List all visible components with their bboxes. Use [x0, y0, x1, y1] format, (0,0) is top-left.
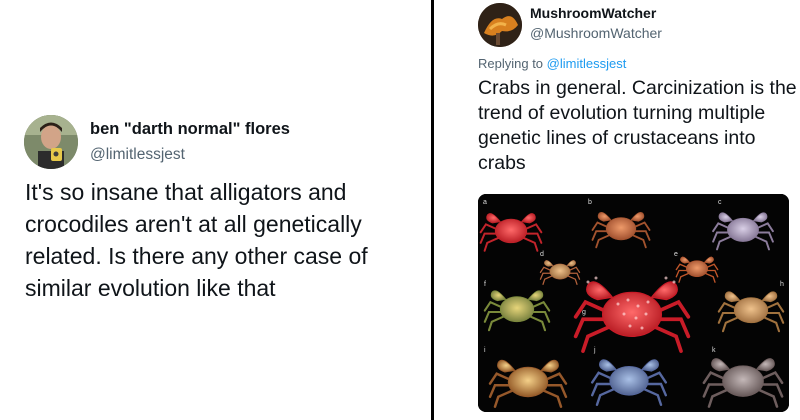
avatar-photo-icon — [24, 115, 78, 169]
panel-label: k — [712, 347, 716, 354]
panel-label: j — [593, 347, 596, 354]
replying-handle-link[interactable]: @limitlessjest — [547, 56, 627, 71]
avatar[interactable] — [478, 3, 522, 47]
user-handle[interactable]: @limitlessjest — [90, 146, 185, 164]
avatar[interactable] — [24, 115, 78, 169]
tweet-text: Crabs in general. Carcinization is the t… — [478, 77, 797, 174]
replying-to: Replying to @limitlessjest — [478, 56, 626, 71]
replying-prefix: Replying to — [478, 56, 547, 71]
panel-label: f — [484, 281, 486, 288]
display-name[interactable]: MushroomWatcher — [530, 5, 656, 21]
right-tweet: MushroomWatcher @MushroomWatcher Replyin… — [434, 0, 800, 420]
panel-label: d — [540, 251, 544, 258]
user-handle[interactable]: @MushroomWatcher — [530, 25, 662, 41]
left-tweet: ben "darth normal" flores @limitlessjest… — [0, 0, 431, 420]
avatar-photo-icon — [478, 3, 522, 47]
panel-label: a — [483, 199, 487, 206]
tweet-text: It's so insane that alligators and croco… — [25, 179, 368, 301]
display-name[interactable]: ben "darth normal" flores — [90, 120, 290, 139]
panel-label: b — [588, 199, 592, 206]
panel-label: c — [718, 199, 722, 206]
media-image[interactable]: a b c d e f g h i j k — [478, 194, 789, 412]
panel-label: e — [674, 251, 678, 258]
crab-collage-image: a b c d e f g h i j k — [478, 194, 789, 412]
panel-label: h — [780, 281, 784, 288]
panel-label: g — [582, 309, 586, 316]
